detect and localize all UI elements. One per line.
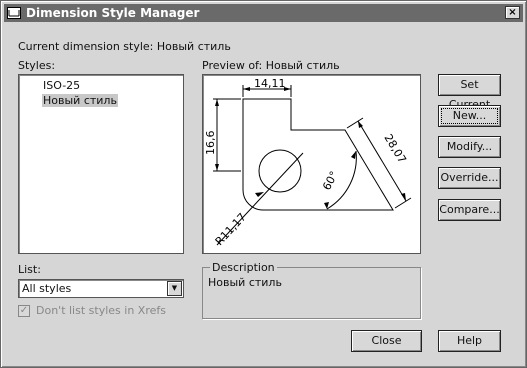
window-title: Dimension Style Manager [26, 6, 200, 20]
dimension-style-icon [6, 6, 22, 20]
current-style-line: Current dimension style: Новый стиль [18, 40, 231, 53]
dim-aligned: 28,07 [381, 132, 408, 166]
dim-horizontal: 14,11 [254, 77, 286, 90]
set-current-button[interactable]: Set Current [438, 74, 501, 111]
modify-style-button[interactable]: Modify... [438, 136, 501, 158]
new-style-button[interactable]: New... [438, 105, 501, 127]
hole-circle [258, 149, 302, 193]
xrefs-checkbox-row[interactable]: ✓ Don't list styles in Xrefs [18, 304, 166, 317]
list-label: List: [18, 263, 41, 276]
dim-vertical: 16,6 [204, 131, 217, 156]
xrefs-checkbox-label: Don't list styles in Xrefs [36, 304, 166, 317]
preview-style-name: Новый стиль [265, 59, 340, 72]
current-style-value: Новый стиль [156, 40, 231, 53]
dimension-style-manager-dialog: Dimension Style Manager × Current dimens… [0, 0, 527, 368]
list-filter-value: All styles [22, 282, 72, 295]
override-style-button[interactable]: Override... [438, 167, 501, 189]
current-style-label: Current dimension style: [18, 40, 154, 53]
description-legend: Description [210, 261, 277, 274]
preview-drawing: 14,11 16,6 28,07 60° R11,17 [204, 77, 412, 248]
compare-styles-button[interactable]: Compare... [438, 199, 501, 221]
styles-label: Styles: [18, 59, 56, 72]
title-bar[interactable]: Dimension Style Manager × [4, 4, 523, 22]
dim-radius: R11,17 [213, 211, 249, 248]
style-item-iso-25[interactable]: ISO-25 [42, 79, 81, 92]
styles-listbox[interactable]: ISO-25 Новый стиль [18, 74, 184, 254]
preview-label: Preview of: [202, 59, 263, 72]
description-group: Description Новый стиль [202, 261, 421, 319]
help-button[interactable]: Help [438, 330, 501, 352]
xrefs-checkbox[interactable]: ✓ [18, 304, 30, 317]
close-window-icon[interactable]: × [505, 6, 520, 19]
list-filter-select[interactable]: All styles ▼ [18, 279, 184, 298]
description-text: Новый стиль [208, 276, 282, 289]
close-button[interactable]: Close [351, 330, 422, 352]
style-preview-panel: 14,11 16,6 28,07 60° R11,17 [202, 74, 421, 254]
preview-label-line: Preview of: Новый стиль [202, 59, 340, 72]
dim-angle: 60° [320, 169, 341, 192]
dropdown-arrow-icon[interactable]: ▼ [167, 281, 182, 296]
style-item-new-style[interactable]: Новый стиль [42, 94, 118, 107]
